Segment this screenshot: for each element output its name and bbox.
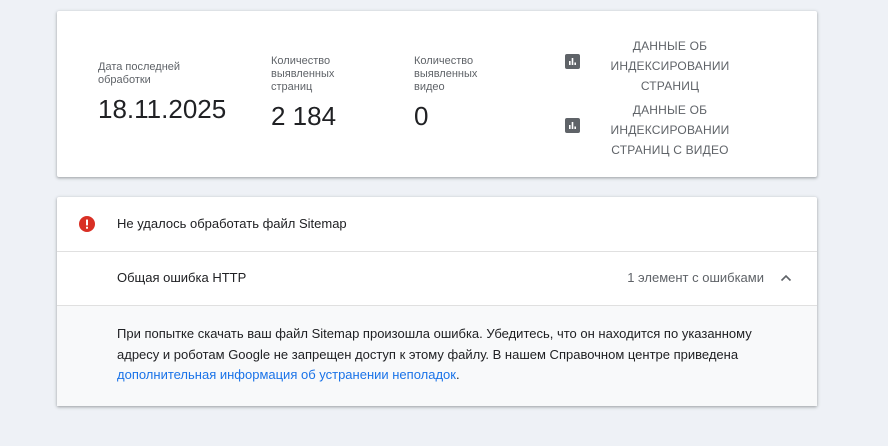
report-link-label: ДАННЫЕ ОБ ИНДЕКСИРОВАНИИ СТРАНИЦ С ВИДЕО: [610, 103, 730, 157]
video-indexing-report-link[interactable]: ДАННЫЕ ОБ ИНДЕКСИРОВАНИИ СТРАНИЦ С ВИДЕО: [565, 100, 765, 160]
error-icon: [79, 216, 95, 232]
sitemap-stats-card: Дата последней обработки 18.11.2025 Коли…: [57, 11, 817, 177]
chevron-up-icon[interactable]: [779, 271, 793, 285]
stat-label: Количество выявленных видео: [414, 55, 478, 93]
details-text: При попытке скачать ваш файл Sitemap про…: [117, 326, 752, 362]
report-link-label: ДАННЫЕ ОБ ИНДЕКСИРОВАНИИ СТРАНИЦ: [610, 39, 730, 93]
error-title: Не удалось обработать файл Sitemap: [117, 216, 347, 231]
bar-chart-icon: [565, 54, 580, 69]
page-indexing-report-link[interactable]: ДАННЫЕ ОБ ИНДЕКСИРОВАНИИ СТРАНИЦ: [565, 36, 765, 96]
stat-last-processed: Дата последней обработки 18.11.2025: [98, 61, 226, 124]
stat-value: 0: [414, 101, 429, 131]
error-details: При попытке скачать ваш файл Sitemap про…: [57, 306, 817, 406]
stat-value: 18.11.2025: [98, 94, 227, 124]
error-item-row[interactable]: Общая ошибка HTTP 1 элемент с ошибками: [57, 252, 817, 306]
stat-value: 2 184: [271, 101, 337, 131]
sitemap-error-card: Не удалось обработать файл Sitemap Общая…: [57, 197, 817, 406]
stat-pages-found: Количество выявленных страниц 2 184: [271, 55, 351, 131]
error-item-count: 1 элемент с ошибками: [627, 270, 764, 285]
stat-videos-found: Количество выявленных видео 0: [414, 55, 494, 131]
details-end: .: [455, 367, 460, 382]
troubleshooting-link[interactable]: дополнительная информация об устранении …: [117, 367, 456, 382]
error-header: Не удалось обработать файл Sitemap: [57, 197, 817, 252]
stat-label: Количество выявленных страниц: [271, 55, 335, 93]
error-item-title: Общая ошибка HTTP: [117, 270, 247, 285]
bar-chart-icon: [565, 118, 580, 133]
stat-label: Дата последней обработки: [98, 61, 181, 86]
error-details-text: При попытке скачать ваш файл Sitemap про…: [117, 324, 797, 386]
